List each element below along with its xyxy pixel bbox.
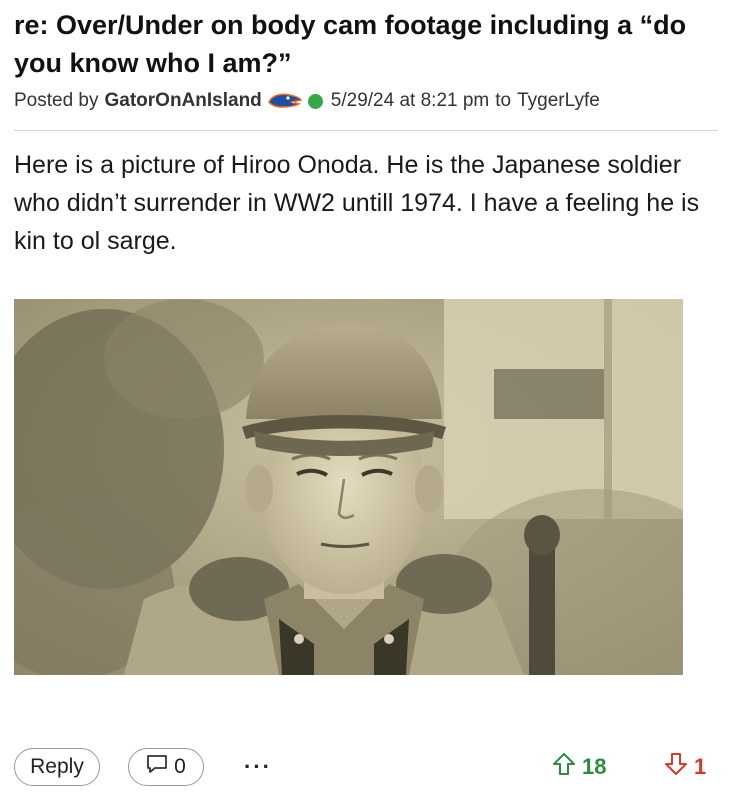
speech-bubble-icon <box>146 754 168 780</box>
reply-button[interactable]: Reply <box>14 748 100 786</box>
arrow-down-icon <box>664 752 688 782</box>
comment-button[interactable]: 0 <box>128 748 204 786</box>
posted-by-label: Posted by <box>14 90 99 111</box>
downvote-button[interactable]: 1 <box>664 752 706 782</box>
upvote-count: 18 <box>582 754 607 779</box>
post-meta: Posted by GatorOnAnIsland 5/29/24 at 8:2… <box>14 88 600 114</box>
florida-gator-logo-icon <box>267 91 302 111</box>
online-status-icon <box>307 93 323 109</box>
post-timestamp: 5/29/24 at 8:21 pm <box>330 90 490 111</box>
arrow-up-icon <box>552 752 576 782</box>
more-options-button[interactable]: ··· <box>244 754 272 780</box>
post-body: Here is a picture of Hiroo Onoda. He is … <box>14 151 700 255</box>
comment-count: 0 <box>174 755 186 778</box>
post-title: re: Over/Under on body cam footage inclu… <box>14 10 687 78</box>
post-photo[interactable] <box>14 299 683 675</box>
upvote-button[interactable]: 18 <box>552 752 606 782</box>
recipient-link[interactable]: TygerLyfe <box>517 90 600 112</box>
divider <box>14 130 718 131</box>
to-label: to <box>495 90 512 111</box>
post-footer: Reply 0 ··· 18 1 <box>14 748 718 790</box>
author-link[interactable]: GatorOnAnIsland <box>105 90 262 112</box>
downvote-count: 1 <box>694 754 707 779</box>
